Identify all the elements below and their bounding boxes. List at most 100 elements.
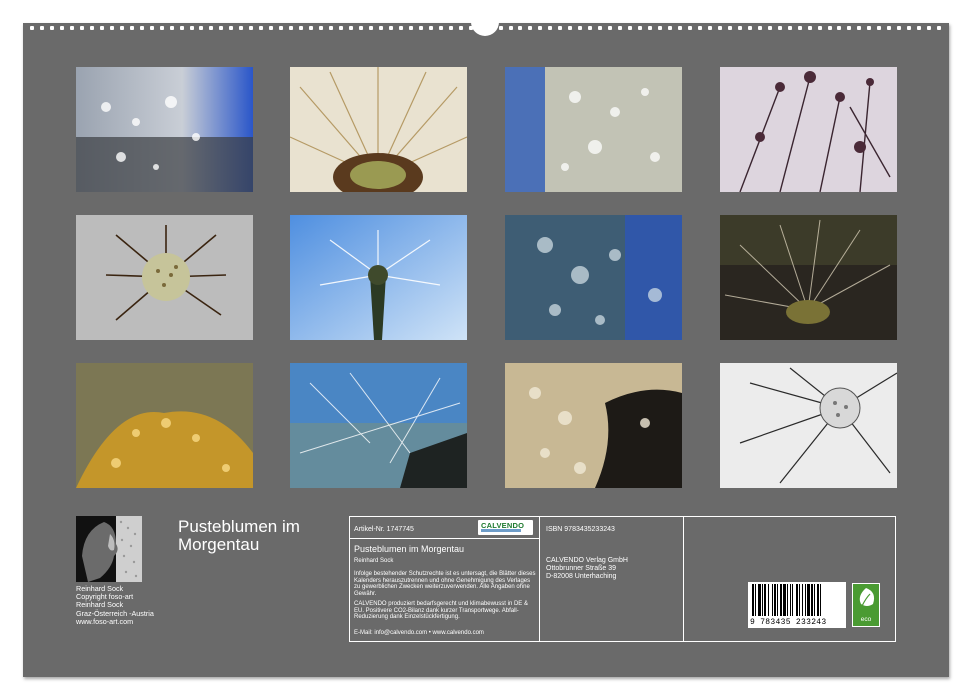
binding-hole [69, 26, 74, 30]
binding-hole [119, 26, 124, 30]
binding-hole [777, 26, 782, 30]
binding-hole [289, 26, 294, 30]
binding-hole [418, 26, 423, 30]
binding-hole [747, 26, 752, 30]
contact-line: E-Mail: info@calvendo.com • www.calvendo… [354, 630, 484, 636]
legal-notice: Infolge bestehender Schutzrechte ist es … [354, 571, 536, 597]
binding-hole [867, 26, 872, 30]
thumbnail-september [76, 363, 253, 488]
binding-hole [129, 26, 134, 30]
author-info: Reinhard Sock Copyright foso-art Reinhar… [76, 584, 154, 626]
binding-hole [408, 26, 413, 30]
binding-hole [638, 26, 643, 30]
binding-hole [807, 26, 812, 30]
isbn: ISBN 9783435233243 [546, 526, 615, 533]
binding-hole [927, 26, 932, 30]
binding-hole [378, 26, 383, 30]
binding-hole [737, 26, 742, 30]
binding-hole [707, 26, 712, 30]
binding-hole [787, 26, 792, 30]
binding-hole [388, 26, 393, 30]
calvendo-logo: CALVENDO [478, 520, 533, 535]
binding-hole [608, 26, 613, 30]
binding-hole [578, 26, 583, 30]
thumbnail-august [720, 215, 897, 340]
binding-hole [498, 26, 503, 30]
card-divider-2 [683, 517, 684, 641]
thumbnail-march [505, 67, 682, 192]
binding-hole [727, 26, 732, 30]
binding-hole [628, 26, 633, 30]
thumbnail-april [720, 67, 897, 192]
binding-hole [767, 26, 772, 30]
binding-hole [239, 26, 244, 30]
binding-hole [847, 26, 852, 30]
card-title: Pusteblumen im Morgentau [354, 544, 465, 554]
binding-hole [269, 26, 274, 30]
binding-hole [368, 26, 373, 30]
binding-hole [568, 26, 573, 30]
binding-hole [358, 26, 363, 30]
binding-hole [249, 26, 254, 30]
thumbnail-may [76, 215, 253, 340]
binding-hole [99, 26, 104, 30]
binding-hole [319, 26, 324, 30]
binding-hole [169, 26, 174, 30]
binding-hole [837, 26, 842, 30]
binding-hole [508, 26, 513, 30]
binding-hole [299, 26, 304, 30]
binding-hole [897, 26, 902, 30]
binding-hole [797, 26, 802, 30]
author-portrait [76, 516, 142, 582]
binding-hole [817, 26, 822, 30]
binding-hole [398, 26, 403, 30]
author-website: www.foso-art.com [76, 616, 134, 626]
binding-hole [428, 26, 433, 30]
binding-hole [209, 26, 214, 30]
binding-hole [159, 26, 164, 30]
eco-badge: eco [852, 583, 880, 627]
card-divider-1 [539, 517, 540, 641]
thumbnail-february [290, 67, 467, 192]
binding-hole [548, 26, 553, 30]
binding-hole [937, 26, 942, 30]
binding-hole [528, 26, 533, 30]
binding-hole [558, 26, 563, 30]
binding-hole [687, 26, 692, 30]
binding-hole [49, 26, 54, 30]
binding-hole [518, 26, 523, 30]
binding-hole [448, 26, 453, 30]
article-number: Artikel-Nr. 1747745 [354, 526, 414, 533]
publisher-info-card: Artikel-Nr. 1747745 CALVENDO Pusteblumen… [349, 516, 896, 642]
binding-hole [917, 26, 922, 30]
binding-hole [109, 26, 114, 30]
binding-hole [658, 26, 663, 30]
thumbnail-december [720, 363, 897, 488]
binding-hole [458, 26, 463, 30]
binding-hole [349, 26, 353, 30]
binding-hole [538, 26, 543, 30]
binding-hole [329, 26, 334, 30]
isbn-barcode: 9 783435 233243 [748, 582, 846, 628]
binding-hole [229, 26, 234, 30]
binding-hole [757, 26, 762, 30]
binding-hole [648, 26, 653, 30]
eco-label: eco [860, 616, 872, 623]
binding-hole [39, 26, 44, 30]
binding-hole [59, 26, 64, 30]
publisher-name: CALVENDO Verlag GmbH [546, 557, 628, 564]
binding-hole [438, 26, 443, 30]
card-divider-3 [350, 538, 539, 539]
thumbnail-july [505, 215, 682, 340]
binding-hole [827, 26, 832, 30]
leaf-icon [859, 588, 875, 607]
calendar-title: Pusteblumen im Morgentau [178, 517, 300, 554]
card-author: Reinhard Sock [354, 558, 394, 564]
binding-hole [139, 26, 144, 30]
binding-hole [79, 26, 84, 30]
binding-hole [189, 26, 194, 30]
binding-hole [717, 26, 722, 30]
month-preview-grid [76, 67, 897, 488]
binding-hole [179, 26, 184, 30]
thumbnail-january [76, 67, 253, 192]
